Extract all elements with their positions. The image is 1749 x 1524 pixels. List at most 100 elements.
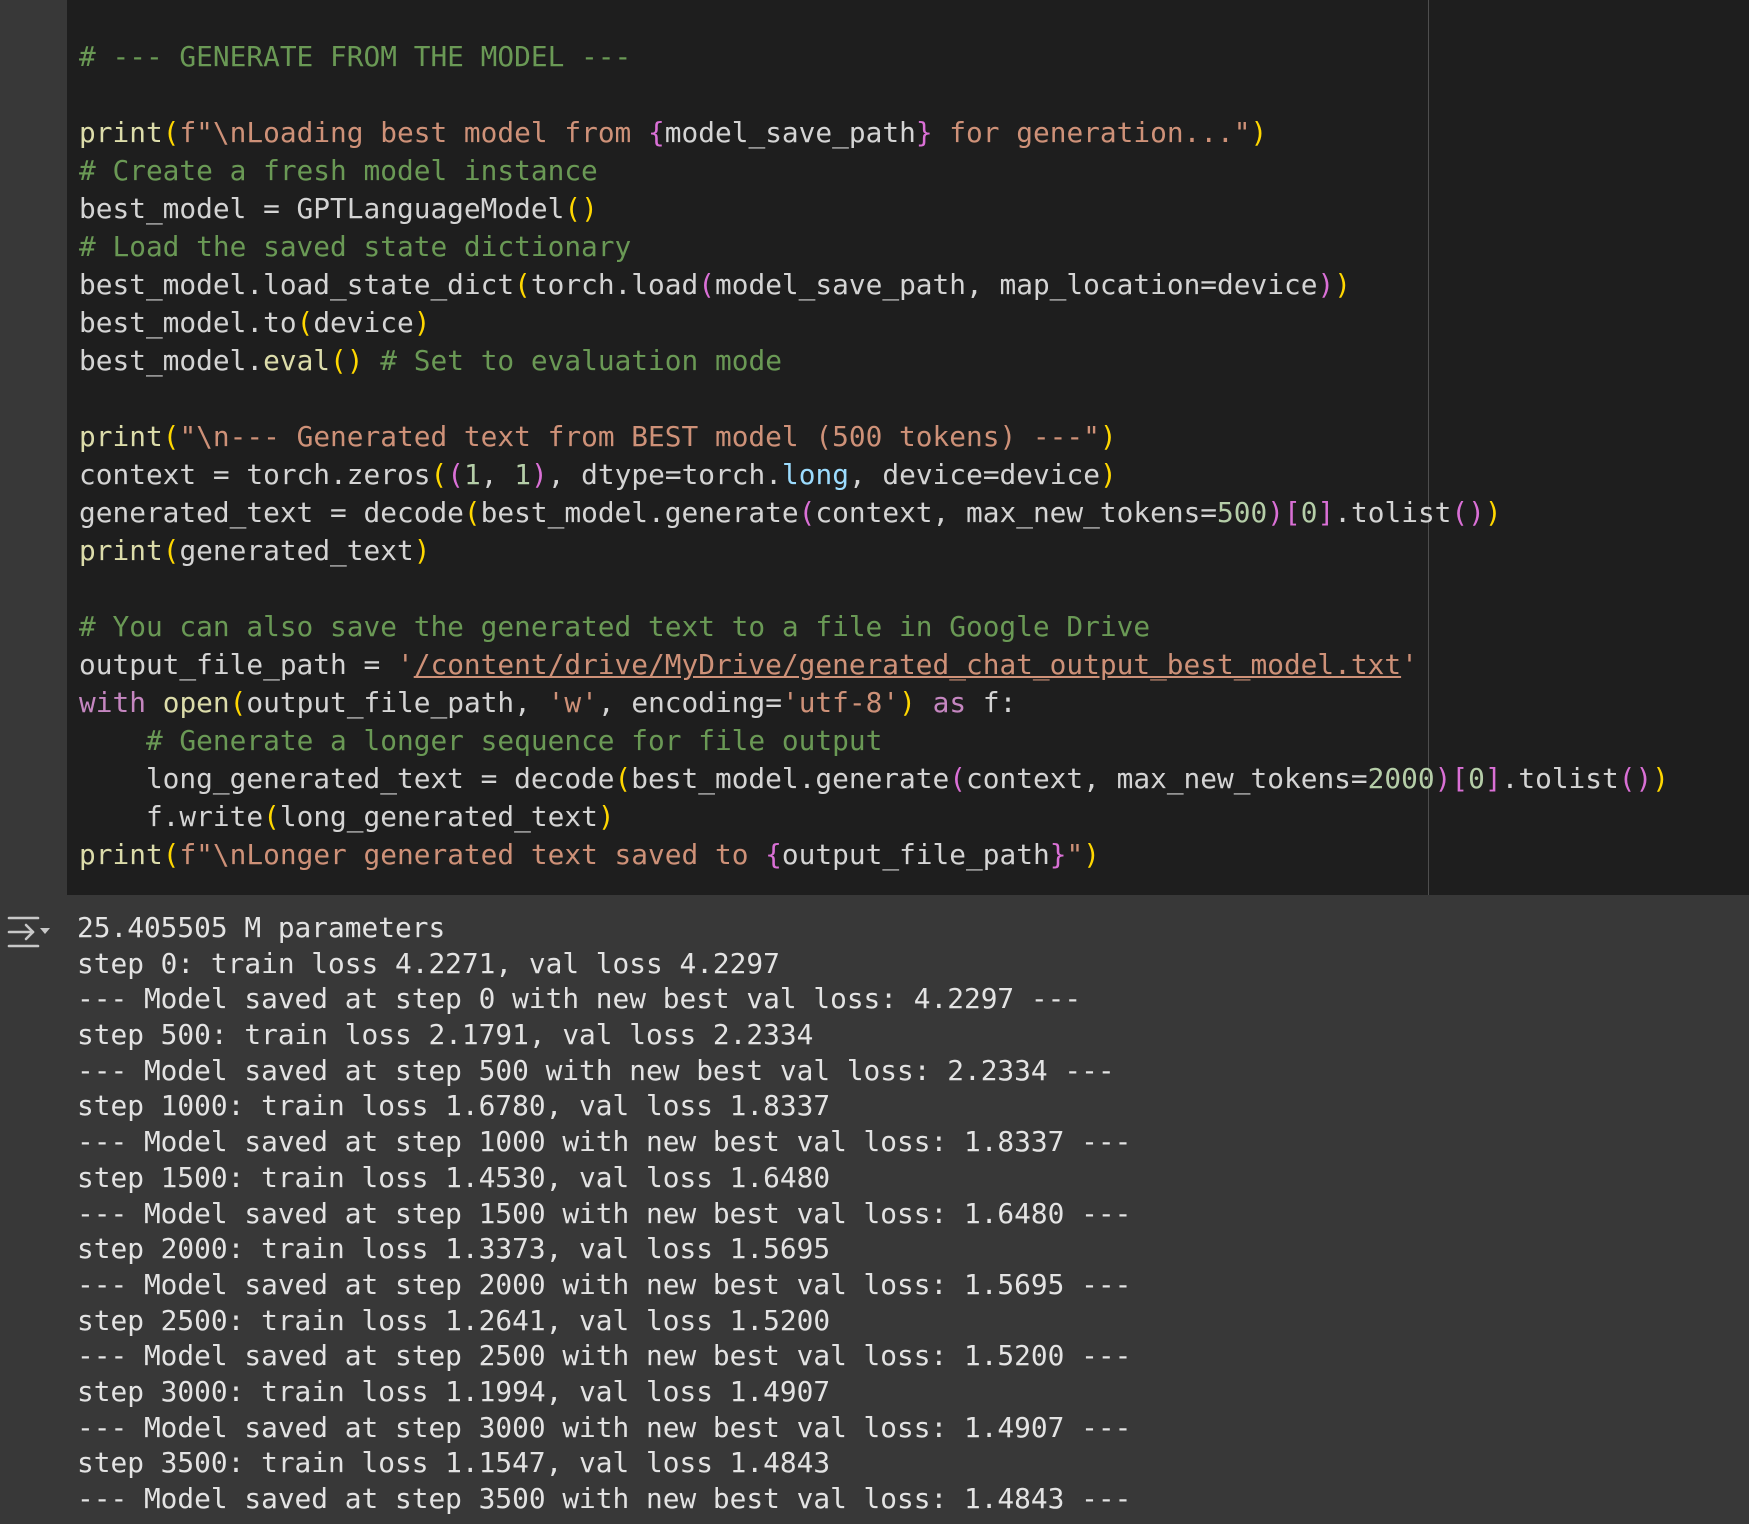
code-token: 0 xyxy=(1468,762,1485,795)
code-token: best_model.load_state_dict xyxy=(79,268,515,301)
code-line[interactable]: best_model.to(device) xyxy=(79,304,1669,342)
code-token: ] xyxy=(1317,496,1335,529)
code-line[interactable]: # Generate a longer sequence for file ou… xyxy=(79,722,1669,760)
code-token: ) xyxy=(1317,268,1335,301)
code-line[interactable]: # --- GENERATE FROM THE MODEL --- xyxy=(79,38,1669,76)
code-token: # You can also save the generated text t… xyxy=(79,610,1151,643)
output-line: --- Model saved at step 3000 with new be… xyxy=(77,1410,1132,1444)
code-token: ( xyxy=(296,306,314,339)
output-line: step 3000: train loss 1.1994, val loss 1… xyxy=(77,1374,831,1408)
code-token: context, max_new_tokens= xyxy=(966,762,1368,795)
code-line[interactable]: context = torch.zeros((1, 1), dtype=torc… xyxy=(79,456,1669,494)
code-token: generated_text = decode xyxy=(79,496,464,529)
code-line[interactable]: output_file_path = '/content/drive/MyDri… xyxy=(79,646,1669,684)
code-token: print xyxy=(79,116,163,149)
output-line: step 0: train loss 4.2271, val loss 4.22… xyxy=(77,946,780,980)
code-line[interactable]: ​ xyxy=(79,76,1669,114)
code-token: ( xyxy=(514,268,531,301)
code-token: 500 xyxy=(1217,496,1268,529)
code-token: f.write xyxy=(79,800,264,833)
code-editor[interactable]: # --- GENERATE FROM THE MODEL ---​print(… xyxy=(67,0,1749,895)
code-token: ' xyxy=(1401,648,1418,681)
code-token: ) xyxy=(1484,496,1502,529)
code-token: { xyxy=(648,116,665,149)
code-line[interactable]: long_generated_text = decode(best_model.… xyxy=(79,760,1669,798)
code-token: ) xyxy=(1083,838,1100,871)
output-line: --- Model saved at step 2000 with new be… xyxy=(77,1267,1132,1301)
output-line: step 2000: train loss 1.3373, val loss 1… xyxy=(77,1232,831,1266)
code-token: ) xyxy=(597,800,615,833)
code-token: context, max_new_tokens= xyxy=(815,496,1218,529)
code-token: print xyxy=(79,420,163,453)
code-token: ' xyxy=(396,648,414,681)
output-toggle-icon[interactable] xyxy=(6,913,52,953)
code-token: generated_text xyxy=(179,534,414,567)
code-token: best_model = GPTLanguageModel xyxy=(79,192,565,225)
output-line: step 3500: train loss 1.1547, val loss 1… xyxy=(77,1446,831,1480)
code-token: long xyxy=(781,458,849,491)
code-line[interactable]: ​ xyxy=(79,380,1669,418)
code-token: , encoding= xyxy=(597,686,782,719)
code-token: ) xyxy=(1099,420,1117,453)
code-line[interactable]: # Create a fresh model instance xyxy=(79,152,1669,190)
code-token: # Load the saved state dictionary xyxy=(79,230,632,263)
output-line: step 1500: train loss 1.4530, val loss 1… xyxy=(77,1160,831,1194)
code-token: , device=device xyxy=(848,458,1100,491)
code-line[interactable]: # Load the saved state dictionary xyxy=(79,228,1669,266)
code-token: context = torch.zeros xyxy=(79,458,431,491)
code-token: f"\nLoading best model from xyxy=(179,116,649,149)
code-token: ( xyxy=(698,268,715,301)
code-token: ] xyxy=(1484,762,1502,795)
code-line[interactable]: best_model.eval() # Set to evaluation mo… xyxy=(79,342,1669,380)
code-token: ) xyxy=(1652,762,1669,795)
code-line[interactable]: print(f"\nLonger generated text saved to… xyxy=(79,836,1669,874)
code-line[interactable]: with open(output_file_path, 'w', encodin… xyxy=(79,684,1669,722)
code-token: as xyxy=(932,686,967,719)
code-line[interactable]: best_model = GPTLanguageModel() xyxy=(79,190,1669,228)
code-token: ( xyxy=(162,534,180,567)
code-token: # Set to evaluation mode xyxy=(380,344,782,377)
code-line[interactable]: generated_text = decode(best_model.gener… xyxy=(79,494,1669,532)
code-token: ( xyxy=(614,762,632,795)
output-line: step 500: train loss 2.1791, val loss 2.… xyxy=(77,1018,814,1052)
output-text: 25.405505 M parameters step 0: train loss… xyxy=(77,910,1131,1517)
code-line[interactable]: best_model.load_state_dict(torch.load(mo… xyxy=(79,266,1669,304)
code-token: ( xyxy=(162,420,180,453)
code-lines[interactable]: # --- GENERATE FROM THE MODEL ---​print(… xyxy=(79,38,1669,874)
code-token: 1 xyxy=(463,458,481,491)
output-line: --- Model saved at step 2500 with new be… xyxy=(77,1339,1132,1373)
code-token: , dtype=torch. xyxy=(547,458,782,491)
code-token: best_model.to xyxy=(79,306,297,339)
code-token: for generation..." xyxy=(932,116,1251,149)
output-line: 25.405505 M parameters xyxy=(77,911,446,944)
code-token: model_save_path xyxy=(664,116,916,149)
code-line[interactable]: # You can also save the generated text t… xyxy=(79,608,1669,646)
code-token: } xyxy=(1049,838,1067,871)
code-token: 2000 xyxy=(1367,762,1435,795)
code-line[interactable]: print("\n--- Generated text from BEST mo… xyxy=(79,418,1669,456)
code-token: f: xyxy=(966,686,1017,719)
output-line: --- Model saved at step 500 with new bes… xyxy=(77,1053,1115,1087)
code-token: () xyxy=(1451,496,1485,529)
code-token: } xyxy=(915,116,933,149)
code-token: ( xyxy=(162,838,180,871)
code-token: best_model.generate xyxy=(480,496,799,529)
code-cell: # --- GENERATE FROM THE MODEL ---​print(… xyxy=(0,0,1749,895)
code-token: model_save_path, map_location=device xyxy=(714,268,1318,301)
code-token: output_file_path, xyxy=(246,686,548,719)
code-token: ) xyxy=(1250,116,1268,149)
cell-output: 25.405505 M parameters step 0: train loss… xyxy=(0,895,1749,1524)
code-line[interactable]: ​ xyxy=(79,570,1669,608)
code-token: f"\nLonger generated text saved to xyxy=(179,838,766,871)
code-token: .tolist xyxy=(1501,762,1619,795)
code-line[interactable]: print(generated_text) xyxy=(79,532,1669,570)
code-token: () xyxy=(564,192,598,225)
code-token: ) xyxy=(1267,496,1285,529)
code-token: 'utf-8' xyxy=(781,686,900,719)
code-token: ) xyxy=(1434,762,1452,795)
code-line[interactable]: f.write(long_generated_text) xyxy=(79,798,1669,836)
code-line[interactable]: print(f"\nLoading best model from {model… xyxy=(79,114,1669,152)
